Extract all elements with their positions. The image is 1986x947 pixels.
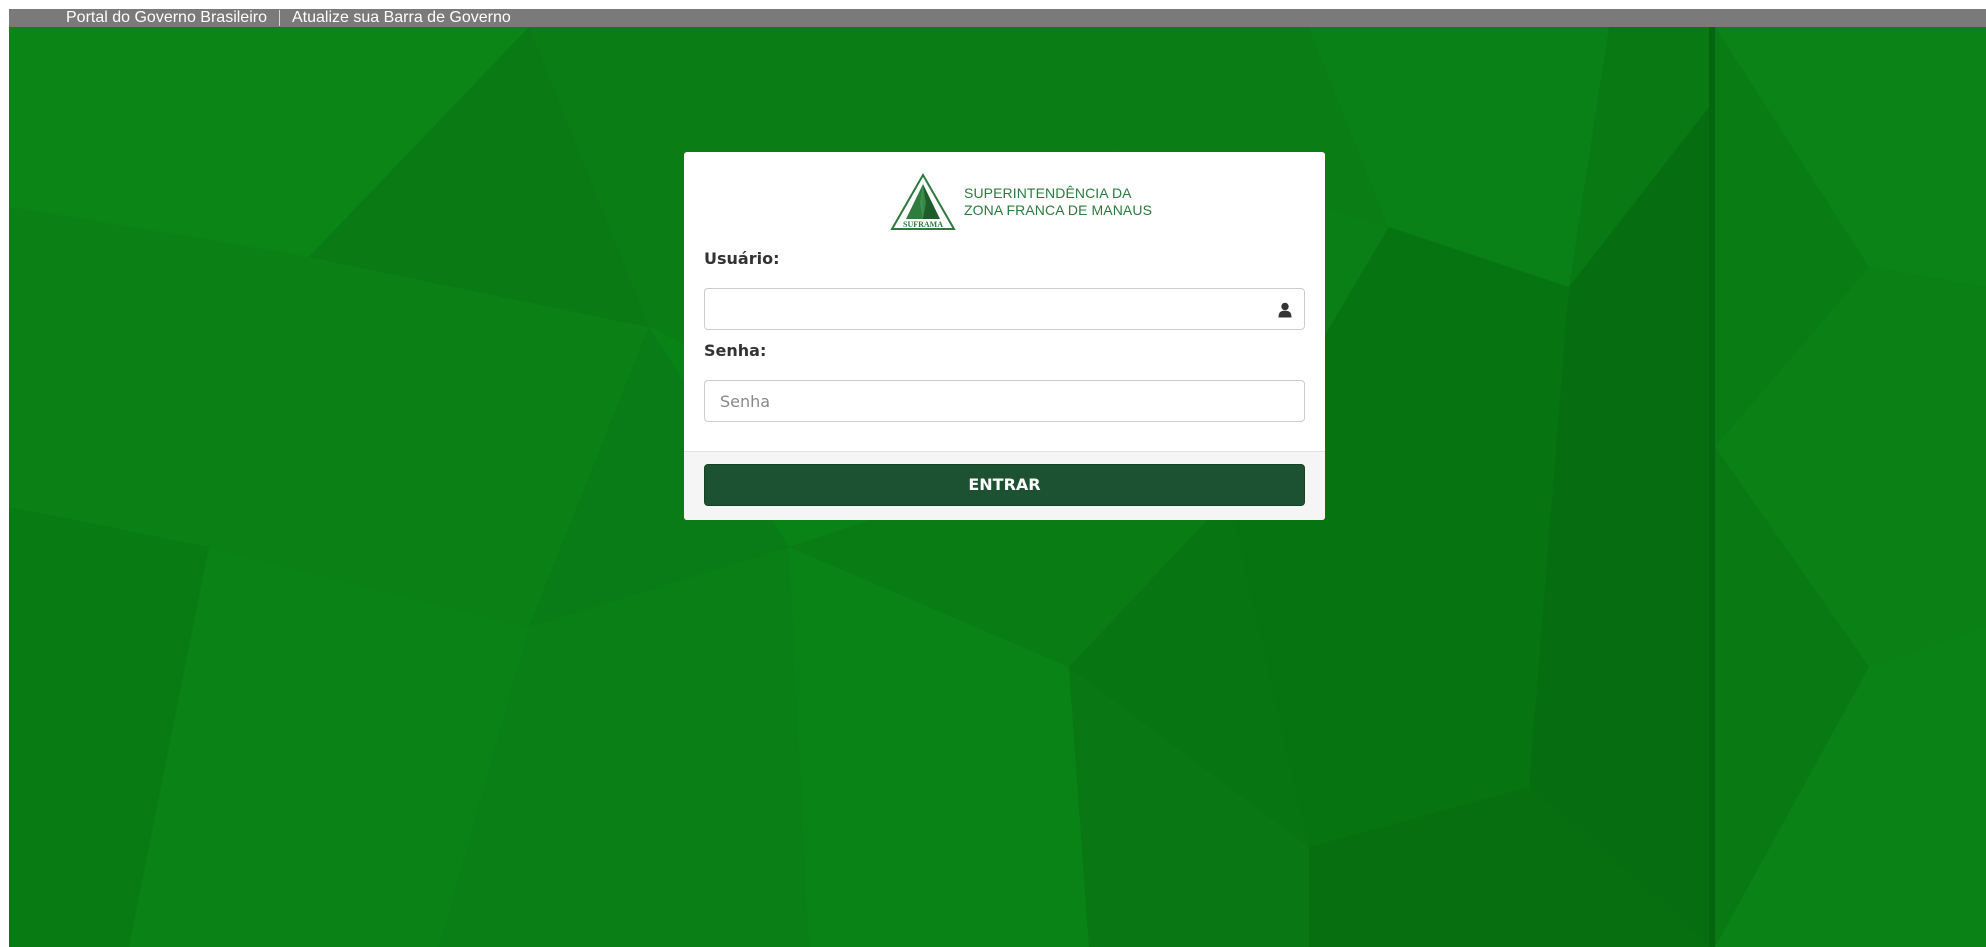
enter-button[interactable]: ENTRAR: [704, 464, 1305, 506]
password-field[interactable]: [704, 380, 1305, 422]
logo-text: SUPERINTENDÊNCIA DA ZONA FRANCA DE MANAU…: [964, 185, 1152, 219]
portal-governo-link[interactable]: Portal do Governo Brasileiro: [66, 9, 267, 27]
username-field[interactable]: [704, 288, 1305, 330]
suframa-logo: SUFRAMA SUPERINTENDÊNCIA DA ZONA FRANCA …: [890, 172, 1152, 232]
logo-line-1: SUPERINTENDÊNCIA DA: [964, 185, 1132, 201]
login-form: SUFRAMA SUPERINTENDÊNCIA DA ZONA FRANCA …: [704, 152, 1305, 451]
user-icon: [1278, 302, 1292, 318]
password-label: Senha:: [704, 341, 767, 360]
gov-bar-divider: [278, 10, 280, 26]
username-label: Usuário:: [704, 249, 780, 268]
logo-emblem-text: SUFRAMA: [903, 220, 943, 229]
update-gov-bar-link[interactable]: Atualize sua Barra de Governo: [292, 9, 511, 27]
login-card-footer: ENTRAR: [684, 451, 1325, 520]
username-input[interactable]: [705, 289, 1304, 329]
suframa-emblem-icon: SUFRAMA: [890, 173, 956, 230]
logo-line-2: ZONA FRANCA DE MANAUS: [964, 202, 1153, 218]
page: Portal do Governo Brasileiro Atualize su…: [9, 9, 1986, 947]
login-card: SUFRAMA SUPERINTENDÊNCIA DA ZONA FRANCA …: [684, 152, 1325, 520]
government-bar: Portal do Governo Brasileiro Atualize su…: [9, 9, 1986, 27]
password-input[interactable]: [705, 381, 1304, 421]
